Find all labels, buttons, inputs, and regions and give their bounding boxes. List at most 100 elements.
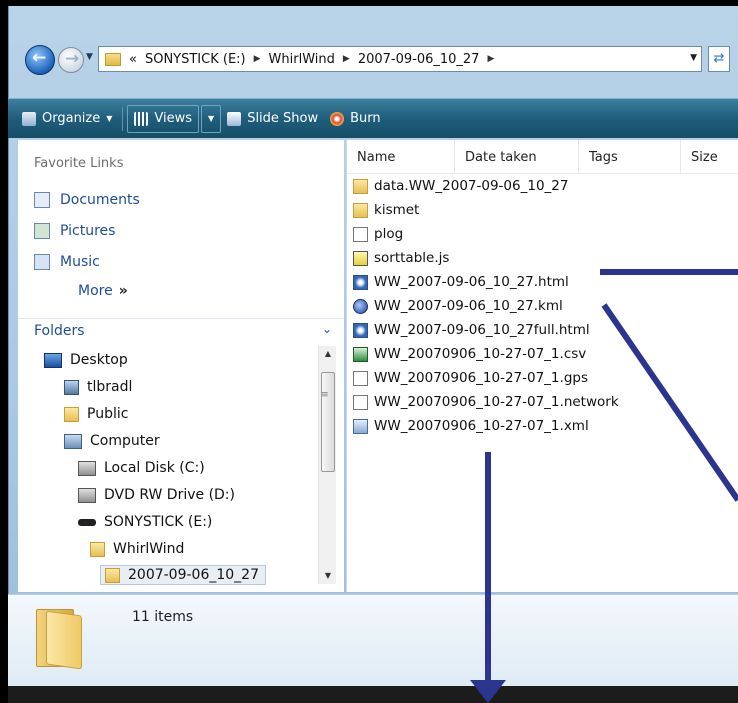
pictures-icon [34, 223, 50, 239]
back-arrow-icon: ← [32, 48, 47, 68]
views-icon [134, 111, 149, 126]
scroll-down-icon[interactable]: ▼ [319, 568, 337, 584]
address-dropdown-icon[interactable]: ▼ [690, 53, 697, 63]
refresh-button[interactable]: ⇄ [708, 46, 730, 72]
document-icon [353, 226, 368, 242]
more-links-button[interactable]: More » [78, 283, 128, 299]
tree-node-label: 2007-09-06_10_27 [128, 567, 259, 583]
double-chevron-icon: » [118, 283, 128, 299]
file-row[interactable]: data.WW_2007-09-06_10_27 [353, 178, 568, 194]
column-header-name[interactable]: Name [347, 140, 455, 174]
refresh-icon: ⇄ [713, 51, 725, 66]
file-row[interactable]: WW_2007-09-06_10_27.html [353, 274, 569, 290]
folder-icon [353, 178, 368, 194]
tree-node-public[interactable]: Public [64, 406, 128, 422]
organize-icon [22, 111, 36, 126]
file-row[interactable]: WW_20070906_10-27-07_1.network [353, 394, 619, 410]
address-overflow[interactable]: « [129, 52, 137, 67]
tree-node-label: Desktop [70, 352, 128, 368]
slideshow-button[interactable]: Slide Show [221, 105, 324, 133]
large-folder-icon [36, 605, 84, 670]
column-header-size[interactable]: Size [681, 140, 738, 174]
file-name: WW_20070906_10-27-07_1.gps [374, 370, 588, 386]
folder-icon [105, 567, 120, 583]
folders-bar[interactable]: Folders ⌄ [18, 318, 344, 342]
tree-node-label: DVD RW Drive (D:) [104, 487, 235, 503]
hard-disk-icon [78, 460, 96, 476]
details-pane: 11 items [8, 594, 738, 686]
html-icon [353, 274, 368, 290]
breadcrumb-arrow-icon[interactable]: ▶ [254, 54, 261, 64]
favorite-link-label: Music [60, 254, 100, 270]
favorite-links-heading: Favorite Links [34, 156, 124, 171]
column-header-tags[interactable]: Tags [579, 140, 681, 174]
more-label: More [78, 283, 113, 299]
computer-icon [64, 433, 82, 449]
forward-arrow-icon: → [65, 49, 80, 69]
tree-node-current-folder[interactable]: 2007-09-06_10_27 [100, 565, 266, 585]
forward-button[interactable]: → [58, 47, 84, 73]
tree-node-label: WhirlWind [113, 541, 185, 557]
html-icon [353, 322, 368, 338]
organize-button[interactable]: Organize ▼ [16, 105, 118, 133]
folder-icon [353, 202, 368, 218]
views-label: Views [154, 111, 193, 126]
tree-node-user[interactable]: tlbradl [64, 379, 132, 395]
favorite-link-pictures[interactable]: Pictures [34, 223, 115, 239]
tree-scrollbar[interactable]: ▲ ≡ ▼ [318, 346, 336, 584]
tree-node-whirlwind[interactable]: WhirlWind [90, 541, 184, 557]
recent-pages-dropdown[interactable]: ▼ [86, 52, 93, 62]
tree-node-sonystick[interactable]: SONYSTICK (E:) [78, 514, 212, 530]
folder-front [46, 610, 82, 670]
breadcrumb-whirlwind[interactable]: WhirlWind [269, 52, 335, 67]
tree-node-local-disk[interactable]: Local Disk (C:) [78, 460, 205, 476]
file-name: data.WW_2007-09-06_10_27 [374, 178, 569, 194]
file-row[interactable]: WW_20070906_10-27-07_1.gps [353, 370, 588, 386]
burn-button[interactable]: Burn [324, 105, 387, 133]
breadcrumb-arrow-icon[interactable]: ▶ [487, 54, 494, 64]
command-toolbar: Organize ▼ Views ▼ Slide Show Burn [8, 98, 738, 138]
navigation-pane: Favorite Links Documents Pictures Music … [18, 140, 344, 592]
document-icon [353, 394, 368, 410]
tree-node-computer[interactable]: Computer [64, 433, 160, 449]
file-row[interactable]: WW_20070906_10-27-07_1.csv [353, 346, 586, 362]
tree-node-dvd-drive[interactable]: DVD RW Drive (D:) [78, 487, 235, 503]
folder-icon [64, 406, 79, 422]
grip-icon: ≡ [321, 390, 329, 400]
column-headers: Name Date taken Tags Size [347, 140, 738, 174]
column-header-date-taken[interactable]: Date taken [455, 140, 579, 174]
favorite-link-label: Documents [60, 192, 140, 208]
item-count: 11 items [132, 609, 194, 625]
file-row[interactable]: plog [353, 226, 403, 242]
file-name: WW_20070906_10-27-07_1.network [374, 394, 619, 410]
views-dropdown-button[interactable]: ▼ [201, 104, 222, 133]
file-row[interactable]: WW_2007-09-06_10_27full.html [353, 322, 590, 338]
scroll-up-icon[interactable]: ▲ [319, 346, 337, 362]
address-bar[interactable]: « SONYSTICK (E:) ▶ WhirlWind ▶ 2007-09-0… [98, 46, 702, 72]
scrollbar-thumb[interactable] [321, 372, 335, 472]
breadcrumb-sonystick[interactable]: SONYSTICK (E:) [145, 52, 246, 67]
toolbar-divider [122, 106, 124, 131]
views-button[interactable]: Views [127, 104, 200, 133]
tree-node-desktop[interactable]: Desktop [44, 352, 128, 368]
xml-icon [353, 418, 368, 434]
file-row[interactable]: WW_20070906_10-27-07_1.xml [353, 418, 589, 434]
file-row[interactable]: WW_2007-09-06_10_27.kml [353, 298, 563, 314]
breadcrumb-current-folder[interactable]: 2007-09-06_10_27 [358, 52, 480, 67]
usb-drive-icon [78, 518, 96, 526]
documents-icon [34, 192, 50, 208]
burn-disc-icon [330, 111, 345, 126]
user-folder-icon [64, 379, 79, 395]
chevron-down-icon: ▼ [106, 114, 113, 123]
favorite-link-documents[interactable]: Documents [34, 192, 140, 208]
dvd-drive-icon [78, 487, 96, 503]
file-row[interactable]: kismet [353, 202, 419, 218]
chevron-down-icon[interactable]: ⌄ [322, 322, 332, 336]
music-icon [34, 254, 50, 270]
breadcrumb-arrow-icon[interactable]: ▶ [343, 54, 350, 64]
file-row[interactable]: sorttable.js [353, 250, 449, 266]
back-button[interactable]: ← [25, 45, 55, 75]
window-bottom-edge [8, 686, 738, 703]
file-name: plog [374, 226, 404, 242]
favorite-link-music[interactable]: Music [34, 254, 100, 270]
